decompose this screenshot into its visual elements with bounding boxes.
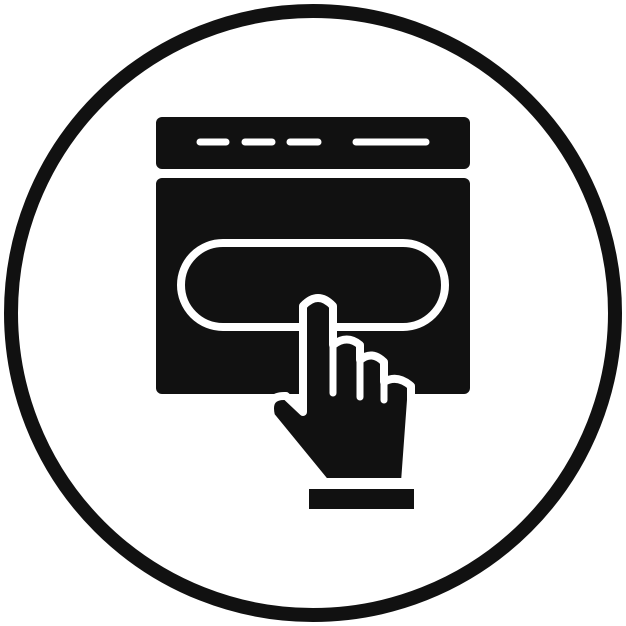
click-button-web-page-icon: [4, 4, 622, 622]
icon-canvas: [0, 0, 626, 626]
hand-base: [309, 489, 414, 509]
